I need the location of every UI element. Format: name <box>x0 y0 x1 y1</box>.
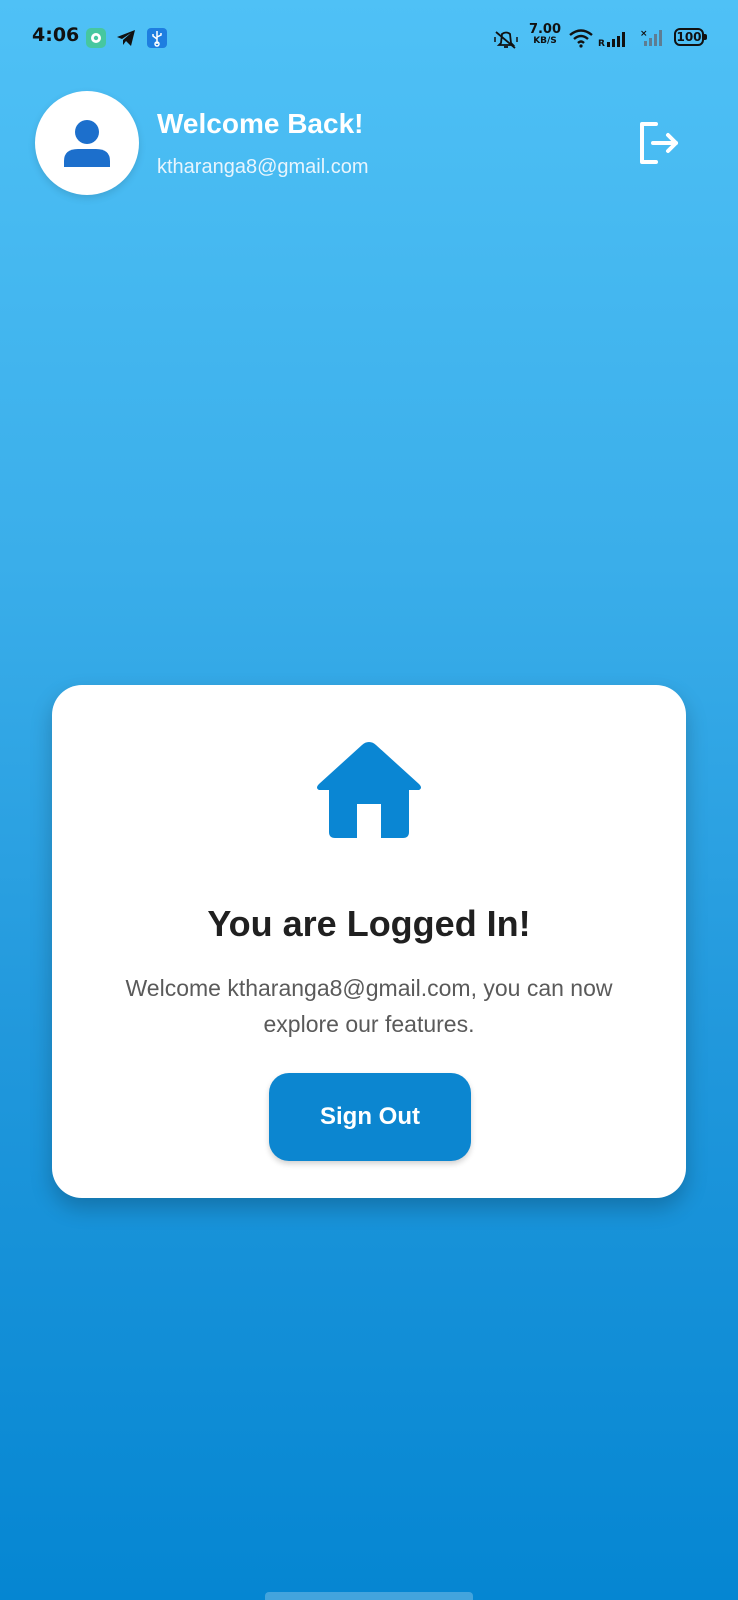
card-title: You are Logged In! <box>207 903 531 944</box>
home-icon <box>317 742 421 838</box>
user-email: ktharanga8@gmail.com <box>157 156 369 178</box>
usb-icon <box>147 28 167 48</box>
card-message: Welcome ktharanga8@gmail.com, you can no… <box>125 975 613 1037</box>
vibrate-mute-icon <box>493 30 518 50</box>
logged-in-card: You are Logged In! Welcome ktharanga8@gm… <box>52 685 686 1198</box>
battery-indicator: 100 <box>674 28 707 46</box>
signal-no-service-icon: × <box>640 28 662 48</box>
chat-app-icon <box>86 28 106 48</box>
welcome-title: Welcome Back! <box>157 108 364 139</box>
logout-icon <box>640 122 678 164</box>
avatar <box>35 91 139 195</box>
status-time: 4:06 <box>32 24 80 46</box>
svg-text:×: × <box>640 29 648 39</box>
signal-icon: R <box>598 30 625 50</box>
network-speed-value: 7.00 <box>528 22 562 37</box>
telegram-icon <box>116 28 136 48</box>
status-bar: 4:06 7.00 KB/S R × 100 <box>0 0 738 78</box>
svg-text:R: R <box>598 39 605 48</box>
person-icon <box>64 120 110 167</box>
home-indicator[interactable] <box>265 1592 473 1600</box>
network-speed: 7.00 KB/S <box>527 23 563 46</box>
network-speed-unit: KB/S <box>533 36 557 46</box>
logout-button[interactable] <box>636 118 686 168</box>
sign-out-button[interactable]: Sign Out <box>269 1073 471 1161</box>
wifi-icon <box>568 28 593 48</box>
